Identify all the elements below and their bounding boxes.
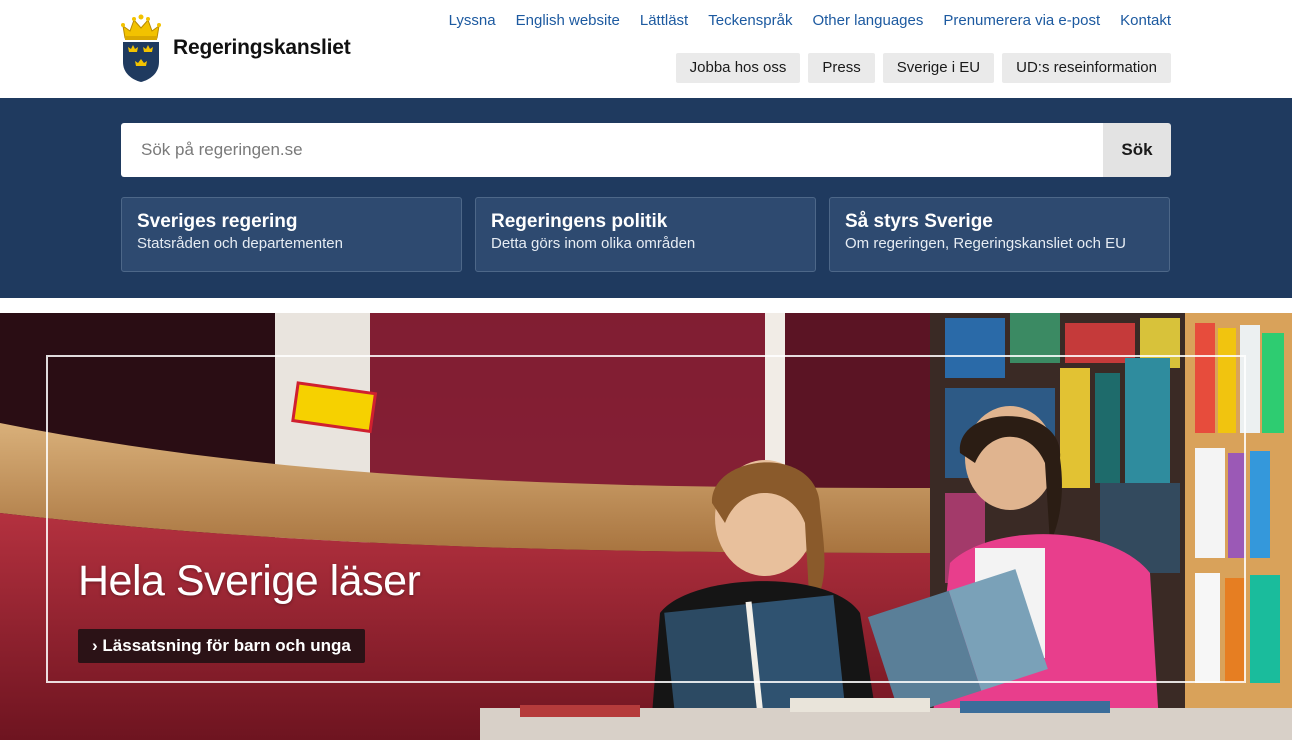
link-lyssna[interactable]: Lyssna: [449, 12, 496, 29]
hero-title: Hela Sverige läser: [78, 557, 421, 605]
link-english-website[interactable]: English website: [516, 12, 620, 29]
press-button[interactable]: Press: [808, 53, 875, 83]
search-button[interactable]: Sök: [1103, 123, 1171, 177]
ud-reseinformation-button[interactable]: UD:s reseinformation: [1002, 53, 1171, 83]
card-title: Regeringens politik: [491, 211, 668, 232]
jobba-hos-oss-button[interactable]: Jobba hos oss: [675, 53, 801, 83]
hero-banner: Hela Sverige läser › Lässatsning för bar…: [0, 313, 1292, 740]
search-input[interactable]: [121, 123, 1103, 177]
search-band: Sök Sveriges regering Statsråden och dep…: [0, 98, 1292, 298]
quick-buttons: Jobba hos oss Press Sverige i EU UD:s re…: [675, 53, 1171, 83]
hero-link-label: Lässatsning för barn och unga: [102, 636, 351, 655]
link-teckensprak[interactable]: Teckenspråk: [708, 12, 792, 29]
search-form: Sök: [121, 123, 1171, 177]
card-regeringens-politik[interactable]: Regeringens politik Detta görs inom olik…: [475, 197, 816, 272]
link-other-languages[interactable]: Other languages: [812, 12, 923, 29]
card-sa-styrs-sverige[interactable]: Så styrs Sverige Om regeringen, Regering…: [829, 197, 1170, 272]
site-logo[interactable]: Regeringskansliet: [121, 14, 351, 82]
card-title: Så styrs Sverige: [845, 211, 993, 232]
top-links: Lyssna English website Lättläst Teckensp…: [449, 12, 1171, 29]
card-subtitle: Statsråden och departementen: [137, 235, 343, 252]
link-lattlast[interactable]: Lättläst: [640, 12, 688, 29]
nav-cards: Sveriges regering Statsråden och departe…: [121, 197, 1170, 272]
card-subtitle: Detta görs inom olika områden: [491, 235, 696, 252]
site-header: Regeringskansliet Lyssna English website…: [0, 0, 1292, 98]
card-title: Sveriges regering: [137, 211, 298, 232]
sverige-i-eu-button[interactable]: Sverige i EU: [882, 53, 995, 83]
logo-text: Regeringskansliet: [173, 36, 351, 59]
hero-cta-link[interactable]: › Lässatsning för barn och unga: [78, 629, 365, 663]
card-sveriges-regering[interactable]: Sveriges regering Statsråden och departe…: [121, 197, 462, 272]
card-subtitle: Om regeringen, Regeringskansliet och EU: [845, 235, 1126, 252]
link-kontakt[interactable]: Kontakt: [1120, 12, 1171, 29]
link-prenumerera[interactable]: Prenumerera via e-post: [943, 12, 1100, 29]
crown-shield-icon: [121, 14, 161, 82]
chevron-right-icon: ›: [92, 636, 98, 655]
